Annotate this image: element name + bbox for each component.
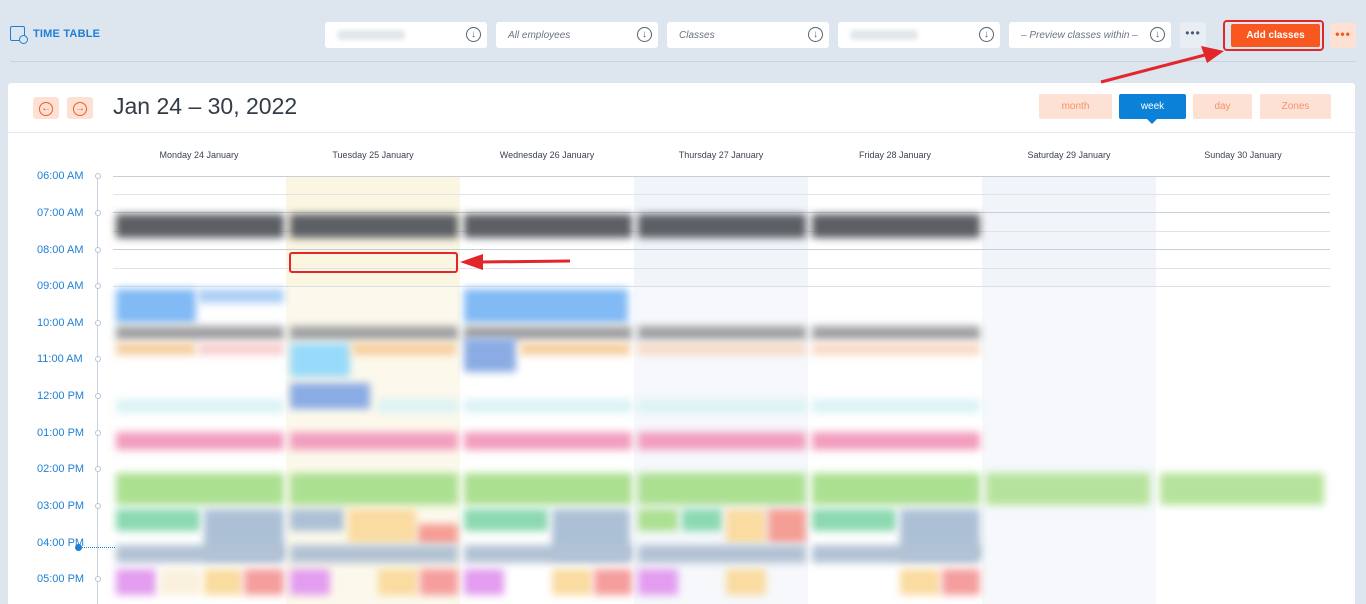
day-header-tuesday: Tuesday 25 January [332,150,414,160]
location-filter[interactable]: ↓ [325,22,487,48]
timetable-icon [10,26,28,44]
arrow-right-icon: → [73,102,87,116]
top-bar: TIME TABLE ↓ All employees ↓ Classes ↓ ↓… [0,0,1366,62]
timeline-dot [95,356,101,362]
day-header-thursday: Thursday 27 January [678,150,764,160]
timeline [97,173,98,604]
classes-filter-value: Classes [679,29,715,41]
timeline-dot [95,466,101,472]
current-time-line [82,547,115,548]
view-day-button[interactable]: day [1193,94,1252,119]
class-event[interactable] [116,214,284,238]
employee-filter-value: All employees [508,29,571,41]
time-label: 06:00 AM [37,170,84,182]
timeline-dot [95,283,101,289]
timeline-dot [95,576,101,582]
timeline-dot [95,210,101,216]
class-event[interactable] [464,214,632,238]
time-label: 10:00 AM [37,317,84,329]
day-header-sunday: Sunday 30 January [1204,150,1282,160]
grid-line [113,212,1330,213]
date-range: Jan 24 – 30, 2022 [113,93,298,119]
class-event[interactable] [290,214,458,238]
classes-filter[interactable]: Classes ↓ [667,22,829,48]
view-zones-button[interactable]: Zones [1260,94,1331,119]
time-label: 11:00 AM [37,353,83,365]
blurred-value [850,30,918,40]
timeline-dot [95,430,101,436]
zone-filter[interactable]: ↓ [838,22,1000,48]
timeline-dot [95,393,101,399]
day-header-saturday: Saturday 29 January [1027,150,1111,160]
employee-filter[interactable]: All employees ↓ [496,22,658,48]
time-label: 05:00 PM [37,573,85,585]
dropdown-icon: ↓ [466,27,481,42]
class-event[interactable] [812,214,980,238]
time-label: 03:00 PM [37,500,85,512]
dropdown-icon: ↓ [979,27,994,42]
preview-filter[interactable]: – Preview classes within – ↓ [1009,22,1171,48]
divider [10,61,1356,62]
blur-overlay [108,286,1355,604]
blurred-value [337,30,405,40]
time-label: 12:00 PM [37,390,85,402]
page-title-label: TIME TABLE [33,27,101,40]
grid-line [113,176,1330,177]
day-header-monday: Monday 24 January [159,150,239,160]
grid-line [113,194,1330,195]
grid-line [113,249,1330,250]
view-month-button[interactable]: month [1039,94,1112,119]
timeline-dot [95,173,101,179]
empty-slot-highlight[interactable] [289,252,458,273]
arrow-left-icon: ← [39,102,53,116]
time-label: 08:00 AM [37,244,84,256]
calendar-card: ← → Jan 24 – 30, 2022 month week day Zon… [8,83,1355,604]
prev-week-button[interactable]: ← [33,97,59,119]
day-header-wednesday: Wednesday 26 January [499,150,595,160]
next-week-button[interactable]: → [67,97,93,119]
dropdown-icon: ↓ [1150,27,1165,42]
current-time-dot [75,544,82,551]
dropdown-icon: ↓ [808,27,823,42]
menu-button[interactable]: ••• [1330,23,1356,48]
class-event[interactable] [638,214,806,238]
time-label: 07:00 AM [37,207,84,219]
time-label: 09:00 AM [37,280,84,292]
more-options-button[interactable]: ••• [1180,22,1206,48]
divider [8,132,1355,133]
page-title: TIME TABLE [10,26,101,44]
view-week-button[interactable]: week [1119,94,1186,124]
time-label: 02:00 PM [37,463,85,475]
add-classes-highlight [1223,20,1324,51]
dropdown-icon: ↓ [637,27,652,42]
timeline-dot [95,503,101,509]
day-header-friday: Friday 28 January [858,150,932,160]
time-label: 01:00 PM [37,427,85,439]
timeline-dot [95,247,101,253]
preview-filter-value: – Preview classes within – [1021,29,1138,41]
timeline-dot [95,320,101,326]
